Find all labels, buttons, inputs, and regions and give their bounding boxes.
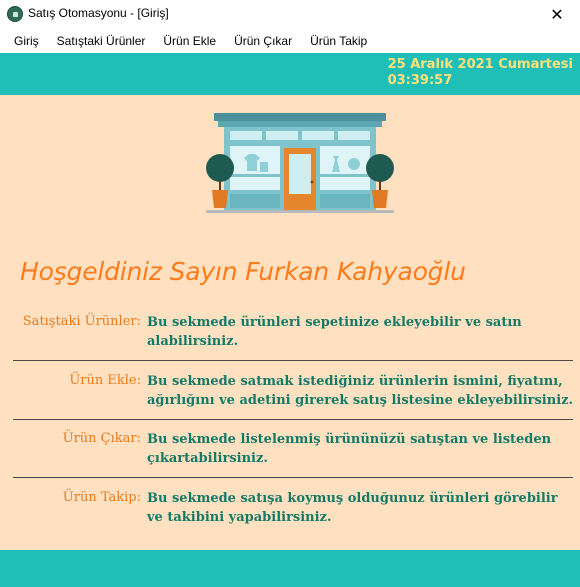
section-description-urun-takip: Bu sekmede satışa koymuş olduğunuz ürünl… xyxy=(147,491,558,525)
store-app-icon xyxy=(7,6,23,22)
section-divider xyxy=(13,419,573,420)
time-label: 03:39:57 xyxy=(387,73,453,88)
section-description-satistaki-urunler: Bu sekmede ürünleri sepetinize ekleyebil… xyxy=(147,315,522,349)
window-title: Satış Otomasyonu - [Giriş] xyxy=(28,6,169,20)
store-illustration xyxy=(206,113,394,213)
main-content: Hoşgeldiniz Sayın Furkan Kahyaoğlu Satış… xyxy=(0,95,580,550)
footer-band xyxy=(0,550,580,587)
section-description-urun-cikar: Bu sekmede listelenmiş ürününüzü satışta… xyxy=(147,432,552,466)
section-label-urun-cikar: Ürün Çıkar: xyxy=(62,431,141,446)
header-band: 25 Aralık 2021 Cumartesi 03:39:57 xyxy=(0,53,580,95)
section-label-urun-ekle: Ürün Ekle: xyxy=(69,373,141,388)
welcome-heading: Hoşgeldiniz Sayın Furkan Kahyaoğlu xyxy=(20,257,466,286)
menu-item-urun-cikar[interactable]: Ürün Çıkar xyxy=(225,30,301,52)
section-divider xyxy=(13,360,573,361)
section-label-satistaki-urunler: Satıştaki Ürünler: xyxy=(22,314,141,329)
menu-item-urun-ekle[interactable]: Ürün Ekle xyxy=(154,30,225,52)
menu-item-urun-takip[interactable]: Ürün Takip xyxy=(301,30,376,52)
close-button[interactable]: ✕ xyxy=(534,0,580,30)
menu-item-satistaki-urunler[interactable]: Satıştaki Ürünler xyxy=(48,30,155,52)
title-bar: Satış Otomasyonu - [Giriş] ✕ xyxy=(0,0,580,30)
menu-bar: Giriş Satıştaki Ürünler Ürün Ekle Ürün Ç… xyxy=(0,30,580,52)
menu-item-giris[interactable]: Giriş xyxy=(0,30,48,52)
datetime-display: 25 Aralık 2021 Cumartesi 03:39:57 xyxy=(388,57,573,89)
date-label: 25 Aralık 2021 Cumartesi xyxy=(387,57,573,72)
section-label-urun-takip: Ürün Takip: xyxy=(62,490,141,505)
section-description-urun-ekle: Bu sekmede satmak istediğiniz ürünlerin … xyxy=(147,374,574,408)
section-divider xyxy=(13,477,573,478)
